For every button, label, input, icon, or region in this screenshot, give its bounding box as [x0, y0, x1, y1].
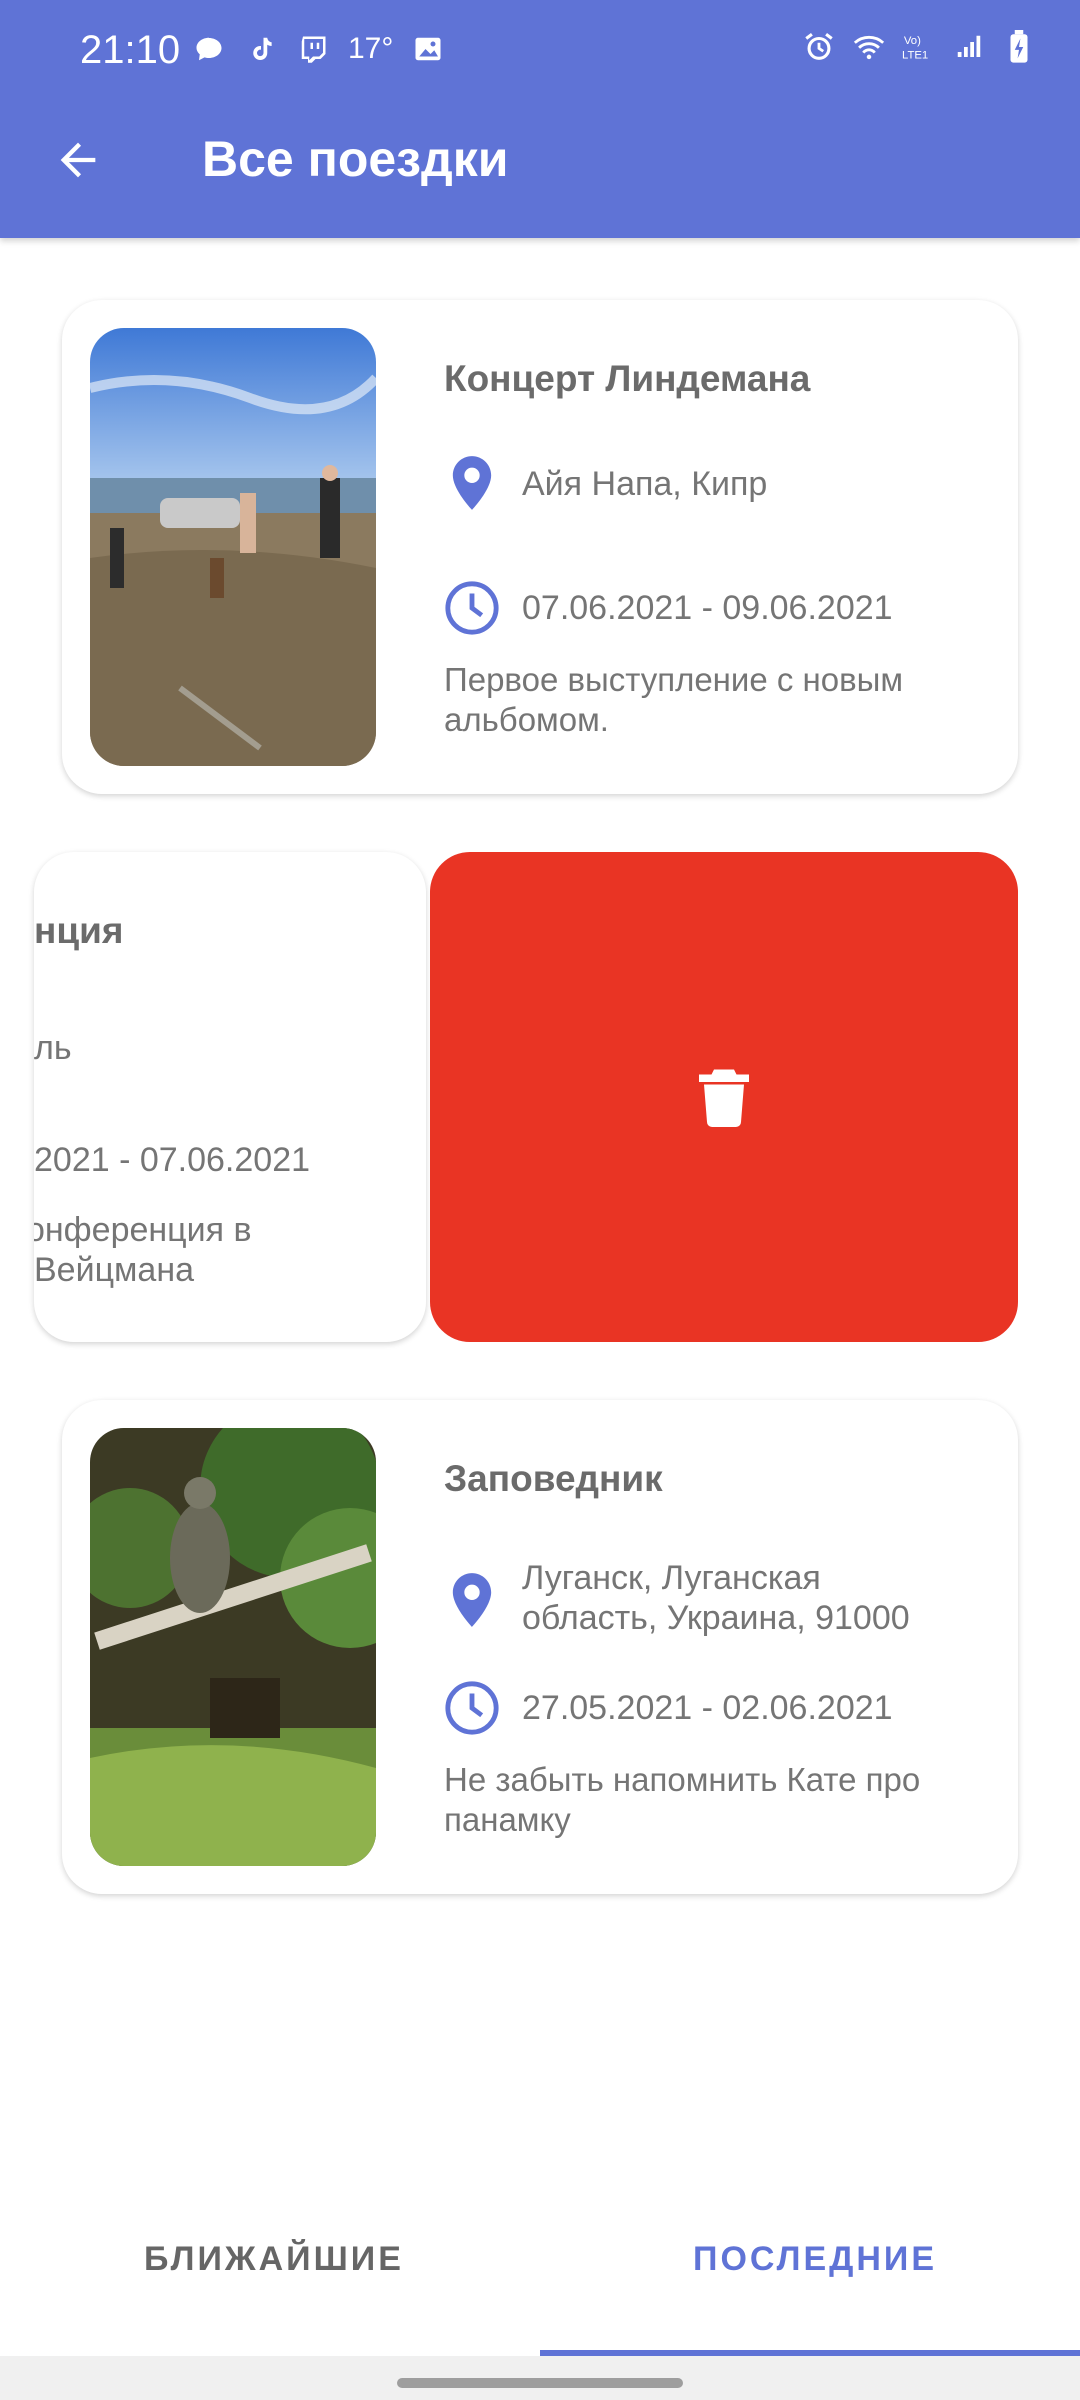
gallery-icon: [411, 32, 445, 66]
volte-icon: Vo) LTE1: [902, 30, 936, 64]
status-notification-icons: 17°: [192, 32, 445, 66]
location-pin-icon: [442, 1570, 502, 1630]
trip-dates: 27.05.2021 - 02.06.2021: [522, 1689, 893, 1727]
clock-icon: [442, 1678, 502, 1738]
trip-dates: 07.06.2021 - 09.06.2021: [522, 589, 893, 627]
trip-photo: [90, 1428, 376, 1866]
signal-icon: [952, 30, 986, 64]
wifi-icon: [852, 30, 886, 64]
svg-text:LTE1: LTE1: [902, 49, 928, 61]
system-nav-bar: [0, 2356, 1080, 2400]
status-system-icons: Vo) LTE1: [802, 30, 1036, 64]
trip-location: ль: [34, 1029, 72, 1067]
trip-title: нция: [34, 910, 124, 951]
alarm-icon: [802, 30, 836, 64]
twitch-icon: [296, 32, 330, 66]
page-title: Все поездки: [202, 131, 509, 187]
tiktok-icon: [244, 32, 278, 66]
svg-text:Vo): Vo): [904, 35, 921, 47]
message-icon: [192, 32, 226, 66]
back-button[interactable]: [46, 128, 110, 192]
trip-title: Концерт Линдемана: [444, 358, 811, 399]
location-pin-icon: [442, 453, 502, 513]
app-bar: 21:10 17° Vo) LTE1 Все поездки: [0, 0, 1080, 238]
clock-icon: [442, 578, 502, 638]
tab-bar: БЛИЖАЙШИЕ ПОСЛЕДНИЕ: [0, 2200, 1080, 2356]
temperature: 17°: [348, 32, 394, 65]
arrow-back-icon: [60, 142, 96, 178]
trip-description-line: Вейцмана: [34, 1251, 195, 1289]
trip-location: Луганск, Луганская область, Украина, 910…: [522, 1559, 910, 1637]
home-gesture-handle[interactable]: [397, 2378, 683, 2388]
trip-location: Айя Напа, Кипр: [522, 465, 768, 503]
status-time: 21:10: [80, 28, 181, 72]
trash-icon: [699, 1069, 749, 1127]
trip-description-line: онференция в: [34, 1211, 252, 1249]
trip-title: Заповедник: [444, 1458, 663, 1499]
tab-near[interactable]: БЛИЖАЙШИЕ: [144, 2240, 404, 2279]
tab-last[interactable]: ПОСЛЕДНИЕ: [693, 2240, 937, 2279]
trip-card[interactable]: Концерт Линдемана Айя Напа, Кипр 07.06.2…: [62, 300, 1018, 794]
trip-dates: 2021 - 07.06.2021: [34, 1141, 311, 1179]
trip-description: Первое выступление с новым альбомом.: [444, 661, 904, 738]
trip-description: Не забыть напомнить Кате про панамку: [444, 1761, 921, 1838]
battery-icon: [1002, 30, 1036, 64]
trip-card[interactable]: Заповедник Луганск, Луганская область, У…: [62, 1400, 1018, 1894]
trip-card-swiped[interactable]: нция ль 2021 - 07.06.2021 онференция в В…: [34, 852, 426, 1342]
delete-action[interactable]: [430, 852, 1018, 1342]
trip-photo: [90, 328, 376, 766]
